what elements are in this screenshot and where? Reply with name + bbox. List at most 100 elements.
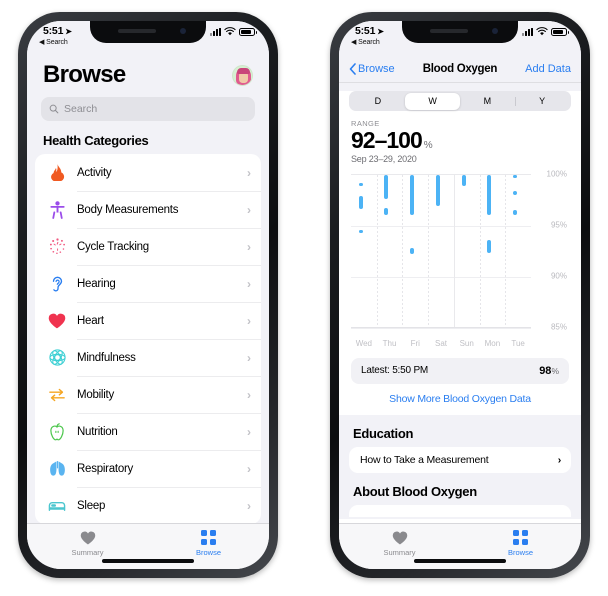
category-row-heart[interactable]: Heart › — [35, 302, 261, 339]
heart-icon — [339, 529, 460, 546]
chevron-right-icon: › — [247, 276, 251, 291]
chart-x-tick-label: Thu — [382, 338, 397, 348]
tab-browse[interactable]: Browse — [148, 529, 269, 557]
chevron-right-icon: › — [247, 350, 251, 365]
blood-oxygen-chart[interactable]: 85% 90% 95% 100% Wed Thu Fri Sat Sun Mon Tue — [351, 169, 569, 350]
status-time-text: 5:51 — [355, 25, 376, 37]
chart-range-bar — [384, 174, 389, 200]
status-time: 5:51 ➤ — [43, 25, 72, 37]
heart-icon — [47, 311, 67, 331]
status-back-link[interactable]: ◀ Search — [351, 38, 380, 46]
category-label: Mindfulness — [77, 351, 136, 364]
range-value-unit: % — [423, 140, 433, 151]
education-row-label: How to Take a Measurement — [360, 453, 489, 466]
chart-gridline — [351, 276, 531, 278]
wifi-icon — [224, 27, 236, 36]
category-row-mindfulness[interactable]: Mindfulness › — [35, 339, 261, 376]
range-summary-panel: RANGE 92–100% Sep 23–29, 2020 85% 90% 95% 1… — [339, 111, 581, 350]
chart-range-bar — [487, 240, 492, 254]
chevron-left-icon — [349, 62, 356, 75]
iphone-browse-screen: 5:51 ➤ ◀ Search Browse Search Health Cat… — [18, 12, 278, 578]
section-title-health-categories: Health Categories — [43, 133, 149, 148]
chart-x-tick-label: Sun — [459, 338, 474, 348]
tab-summary[interactable]: Summary — [339, 529, 460, 557]
grid-icon — [148, 529, 269, 546]
wifi-icon — [536, 27, 548, 36]
category-row-respiratory[interactable]: Respiratory › — [35, 450, 261, 487]
segment-year[interactable]: Y — [514, 93, 570, 110]
tab-label: Browse — [195, 548, 221, 557]
chart-range-bar — [513, 174, 517, 179]
chevron-right-icon: › — [247, 387, 251, 402]
search-placeholder: Search — [64, 103, 98, 115]
profile-avatar[interactable] — [232, 64, 253, 86]
lungs-icon — [47, 459, 67, 479]
search-input[interactable]: Search — [41, 97, 255, 121]
category-row-sleep[interactable]: Sleep › — [35, 487, 261, 523]
tab-label: Browse — [507, 548, 533, 557]
status-back-link[interactable]: ◀ Search — [39, 38, 68, 46]
about-card-stub[interactable] — [349, 504, 571, 517]
segment-week[interactable]: W — [405, 92, 460, 110]
chart-vertical-gridline — [479, 174, 481, 328]
chart-x-tick-label: Tue — [511, 338, 525, 348]
add-data-button[interactable]: Add Data — [525, 63, 571, 75]
segment-day[interactable]: D — [351, 93, 406, 110]
chart-x-tick-label: Wed — [355, 338, 372, 348]
detail-scroll-area[interactable]: D W M Y RANGE 92–100% Sep 23–29, 2020 85… — [339, 83, 581, 523]
status-time: 5:51 ➤ — [355, 25, 384, 37]
section-title-about-blood-oxygen: About Blood Oxygen — [353, 483, 477, 499]
health-categories-list: Activity › Body Measurements › Cycle Tra… — [35, 154, 261, 523]
mindfulness-icon — [47, 348, 67, 368]
chart-vertical-gridline — [505, 174, 507, 328]
chart-range-bar — [384, 208, 389, 215]
home-indicator[interactable] — [414, 559, 506, 563]
chart-vertical-gridline — [376, 174, 378, 328]
search-icon — [49, 104, 59, 114]
chart-range-bar — [358, 182, 363, 187]
browse-header: Browse — [27, 55, 269, 89]
chart-plot-area — [351, 173, 531, 329]
chart-y-tick-label: 95% — [550, 220, 567, 230]
home-indicator[interactable] — [102, 559, 194, 563]
time-range-segmented-control[interactable]: D W M Y — [349, 91, 571, 111]
category-row-nutrition[interactable]: Nutrition › — [35, 413, 261, 450]
chart-gridline — [351, 225, 531, 227]
tab-summary[interactable]: Summary — [27, 529, 148, 557]
chart-range-bar — [487, 174, 492, 215]
category-row-mobility[interactable]: Mobility › — [35, 376, 261, 413]
chart-x-tick-label: Fri — [410, 338, 420, 348]
category-row-cycle-tracking[interactable]: Cycle Tracking › — [35, 228, 261, 265]
category-row-hearing[interactable]: Hearing › — [35, 265, 261, 302]
page-title: Browse — [43, 61, 126, 88]
tab-browse[interactable]: Browse — [460, 529, 581, 557]
chevron-right-icon: › — [247, 202, 251, 217]
status-indicators — [210, 27, 257, 36]
back-button[interactable]: Browse — [349, 63, 395, 75]
browse-scroll-area[interactable]: Browse Search Health Categories Activity… — [27, 55, 269, 523]
segment-month[interactable]: M — [460, 93, 515, 110]
show-more-data-link[interactable]: Show More Blood Oxygen Data — [339, 383, 581, 415]
chart-vertical-gridline — [428, 174, 430, 328]
tab-label: Summary — [71, 548, 104, 557]
chevron-right-icon: › — [247, 165, 251, 180]
latest-reading-row[interactable]: Latest: 5:50 PM 98% — [351, 357, 569, 384]
chevron-right-icon: › — [247, 461, 251, 476]
category-row-activity[interactable]: Activity › — [35, 154, 261, 191]
status-time-text: 5:51 — [43, 25, 64, 37]
chevron-right-icon: › — [557, 453, 562, 466]
education-section: Education How to Take a Measurement › Ab… — [339, 414, 581, 519]
range-value-number: 92–100 — [351, 127, 423, 153]
chart-range-bar — [358, 196, 363, 210]
speaker-icon — [118, 29, 156, 33]
front-camera-icon — [180, 28, 186, 34]
category-row-body-measurements[interactable]: Body Measurements › — [35, 191, 261, 228]
chevron-right-icon: › — [247, 313, 251, 328]
category-label: Activity — [77, 166, 112, 179]
navigation-bar: Browse Blood Oxygen Add Data — [339, 55, 581, 83]
category-label: Body Measurements — [77, 203, 179, 216]
chart-x-tick-label: Mon — [484, 338, 501, 348]
page-title: Blood Oxygen — [422, 62, 498, 75]
ear-icon — [47, 274, 67, 294]
education-row-how-to-take-a-measurement[interactable]: How to Take a Measurement › — [349, 446, 571, 473]
